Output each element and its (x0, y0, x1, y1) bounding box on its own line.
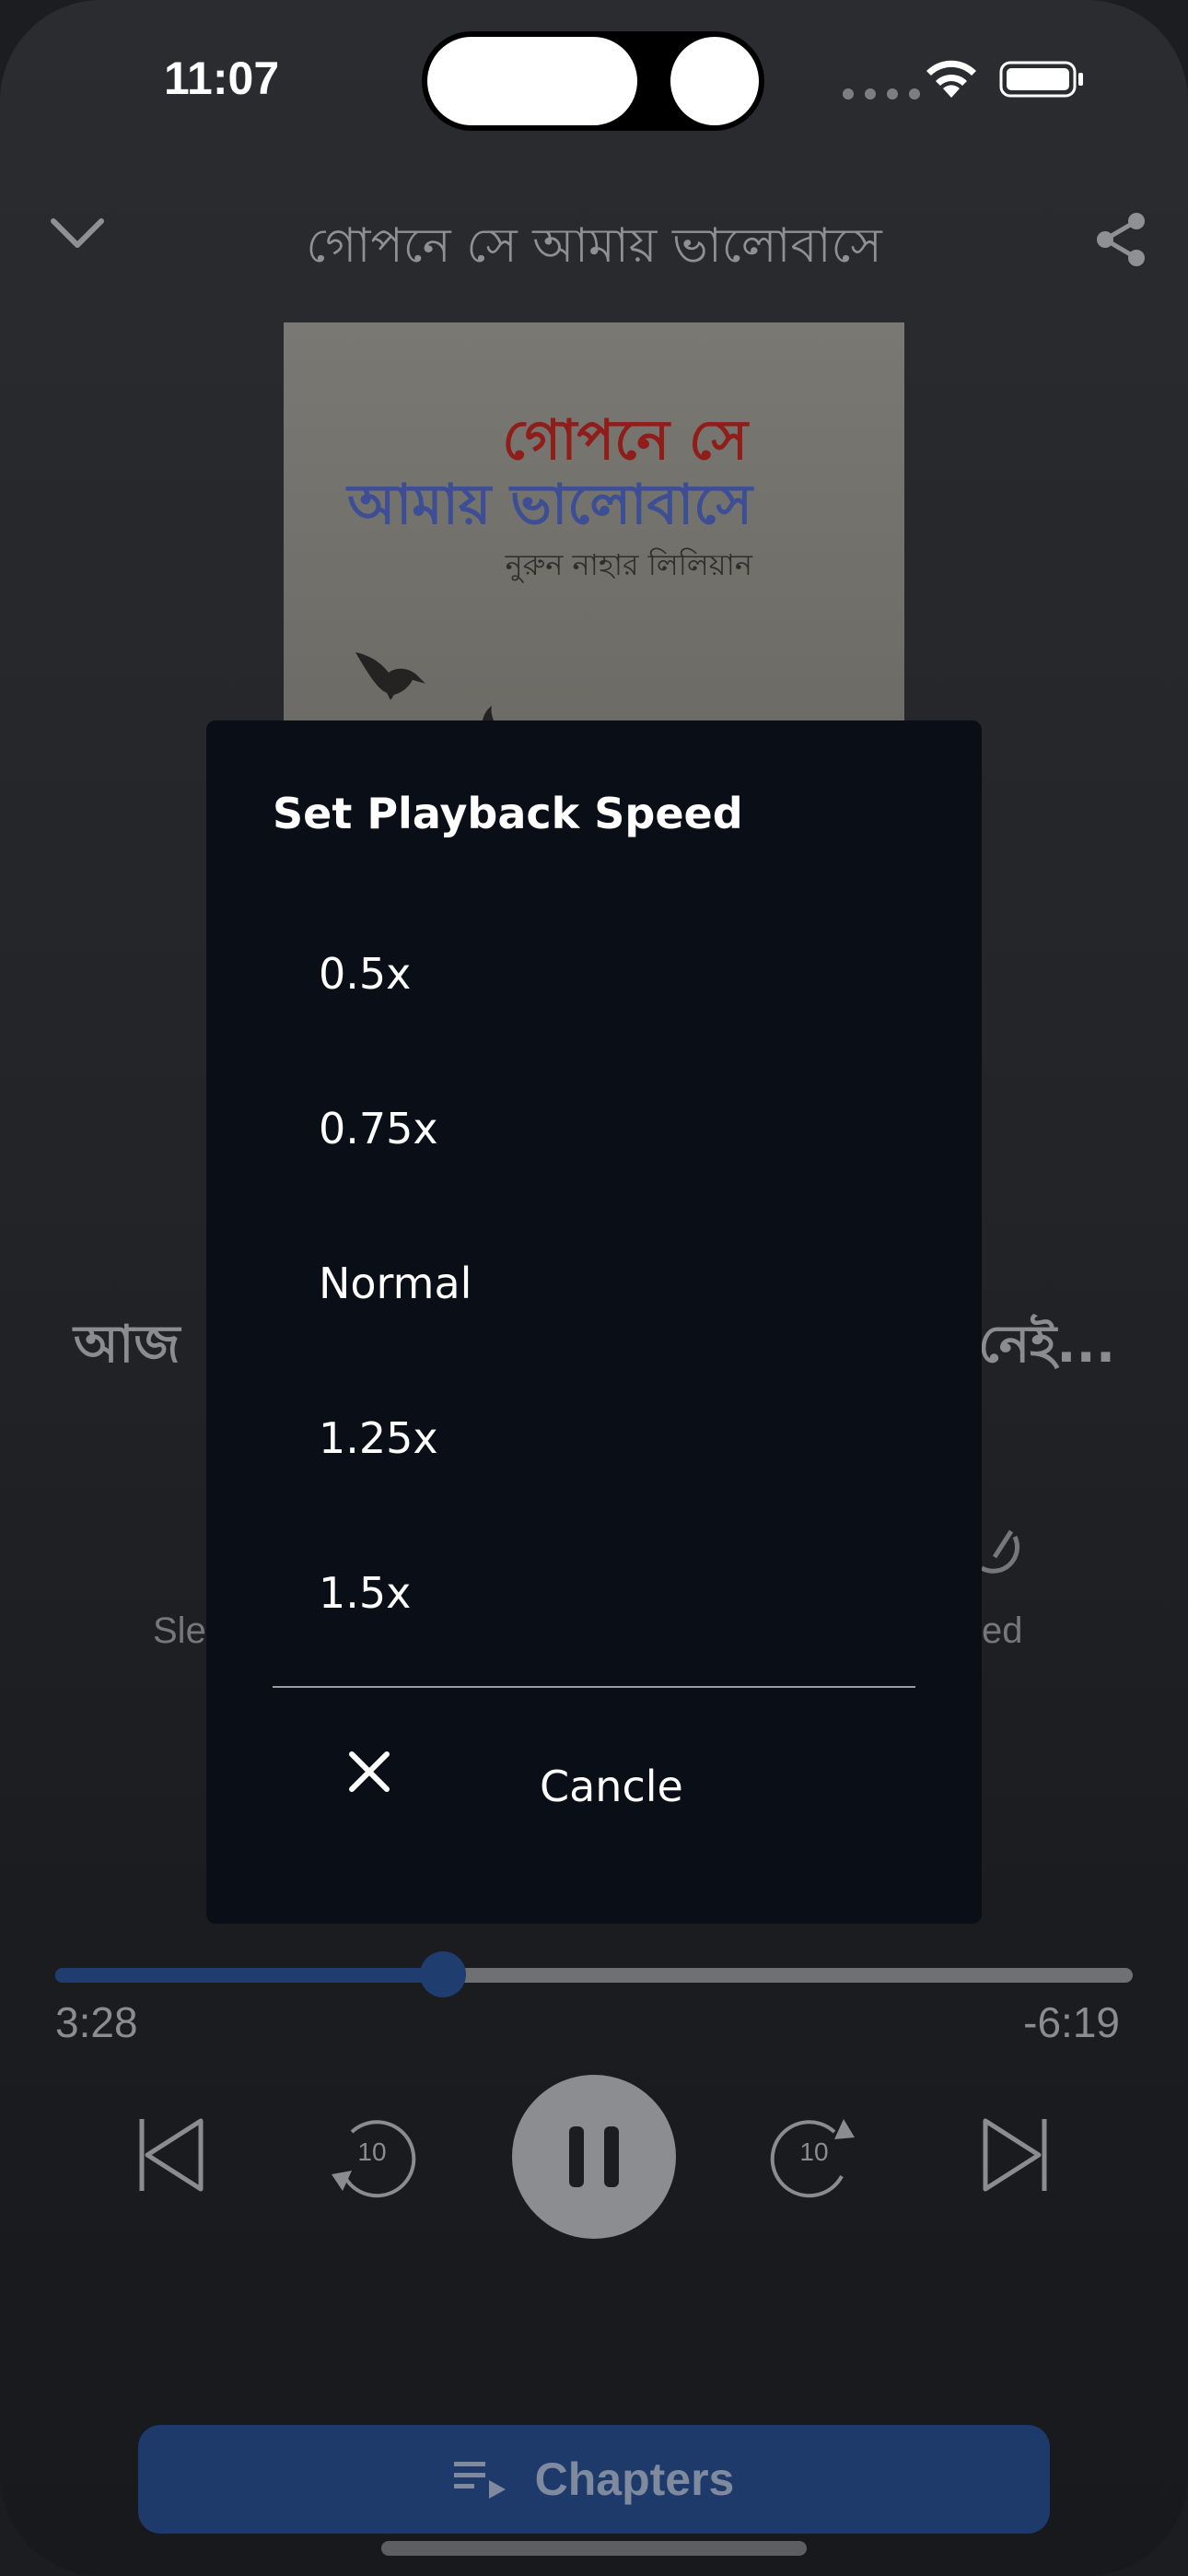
book-cover: গোপনে সে আমায় ভালোবাসে নুরুন নাহার লিলি… (284, 322, 904, 728)
island-dot (670, 37, 759, 125)
forward-10-button[interactable]: 10 (766, 2108, 862, 2204)
cover-author: নুরুন নাহার লিলিয়ান (505, 547, 752, 582)
dialog-title: Set Playback Speed (273, 789, 743, 838)
cover-title-line2: আমায় ভালোবাসে (347, 473, 752, 537)
now-playing-subtitle: আজ (74, 1315, 181, 1375)
dynamic-island (422, 31, 764, 131)
cancel-button[interactable]: Cancle (273, 1725, 915, 1844)
speed-option-1-5x[interactable]: 1.5x (319, 1568, 411, 1618)
divider (273, 1686, 915, 1688)
rewind-10-button[interactable]: 10 (324, 2108, 420, 2204)
chapters-button[interactable]: Chapters (138, 2425, 1050, 2534)
page-title: গোপনে সে আমায় ভালোবাসে (306, 218, 882, 274)
forward-seconds: 10 (799, 2137, 829, 2166)
pause-icon (569, 2126, 619, 2187)
speed-label: ed (982, 1610, 1023, 1651)
bird-icon (355, 652, 425, 700)
progress-thumb[interactable] (420, 1951, 467, 1997)
speed-option-normal[interactable]: Normal (319, 1259, 472, 1308)
home-indicator (381, 2541, 807, 2556)
island-pill (427, 37, 637, 125)
playlist-icon (453, 2462, 506, 2499)
cancel-label: Cancle (540, 1762, 683, 1811)
sleep-timer-label: Sle (153, 1610, 206, 1651)
playback-speed-dialog: Set Playback Speed 0.5x 0.75x Normal 1.2… (206, 720, 982, 1924)
progress-fill (55, 1968, 444, 1983)
speed-option-1-25x[interactable]: 1.25x (319, 1413, 438, 1463)
skip-previous-icon[interactable] (136, 2115, 206, 2195)
pause-button[interactable] (512, 2075, 676, 2239)
chapters-label: Chapters (534, 2453, 735, 2505)
now-playing-subtitle-end: নেই... (978, 1315, 1116, 1375)
progress-slider[interactable] (55, 1951, 1133, 1997)
wifi-icon (926, 60, 976, 98)
remaining-time: -6:19 (1023, 1998, 1120, 2046)
rewind-seconds: 10 (357, 2137, 387, 2166)
cellular-signal-icon (843, 88, 920, 100)
status-time: 11:07 (164, 53, 280, 104)
chevron-down-icon[interactable] (50, 216, 105, 252)
close-icon (349, 1751, 390, 1792)
share-icon[interactable] (1092, 210, 1151, 269)
skip-next-icon[interactable] (980, 2115, 1050, 2195)
phone-screen: 11:07 গোপনে সে আমায় ভালোবাসে গোপনে সে আ… (0, 0, 1188, 2576)
elapsed-time: 3:28 (55, 1998, 138, 2046)
speed-option-0-75x[interactable]: 0.75x (319, 1104, 438, 1153)
speed-option-0-5x[interactable]: 0.5x (319, 949, 411, 999)
battery-icon (999, 61, 1083, 98)
